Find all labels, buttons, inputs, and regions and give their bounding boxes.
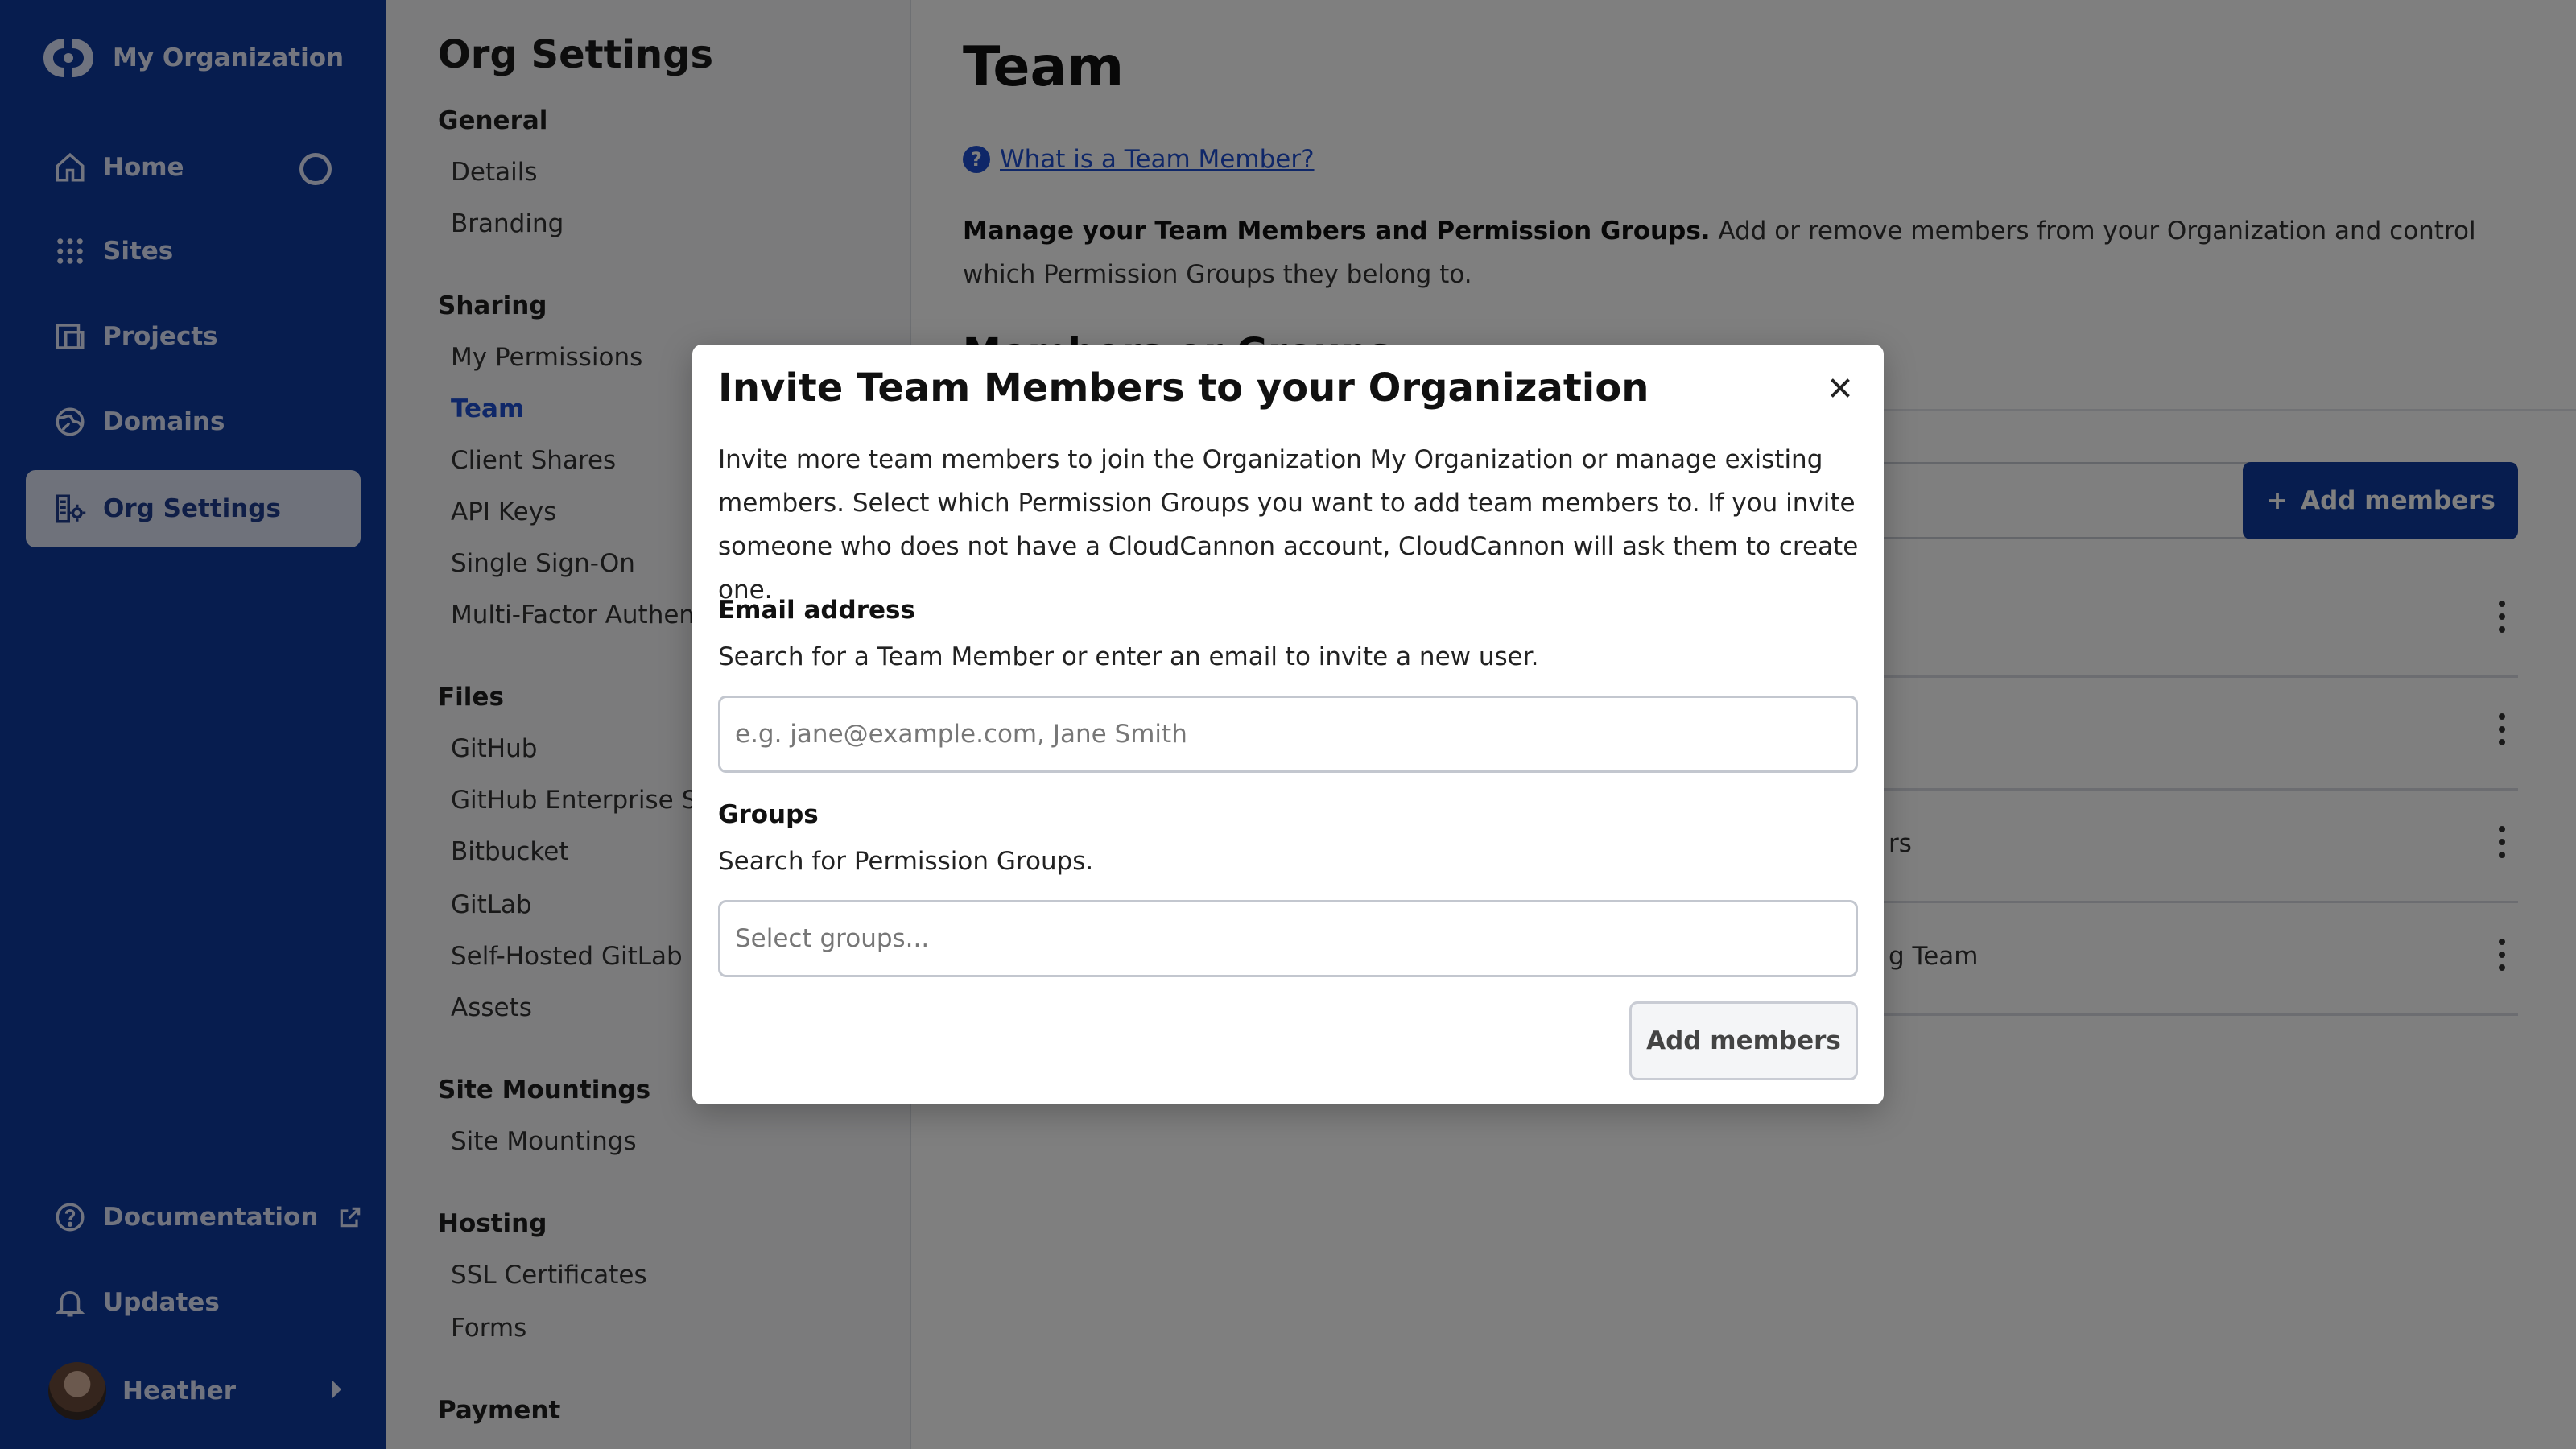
email-field[interactable] <box>718 696 1858 773</box>
email-hint: Search for a Team Member or enter an ema… <box>718 642 1539 671</box>
groups-select[interactable] <box>718 900 1858 977</box>
modal-description: Invite more team members to join the Org… <box>718 445 1859 605</box>
modal-title: Invite Team Members to your Organization <box>718 365 1649 411</box>
submit-add-members-button[interactable]: Add members <box>1629 1001 1858 1080</box>
email-label: Email address <box>718 596 915 625</box>
close-icon[interactable] <box>1826 374 1855 402</box>
groups-label: Groups <box>718 800 819 829</box>
invite-modal: Invite Team Members to your Organization… <box>692 345 1884 1104</box>
groups-hint: Search for Permission Groups. <box>718 847 1094 876</box>
